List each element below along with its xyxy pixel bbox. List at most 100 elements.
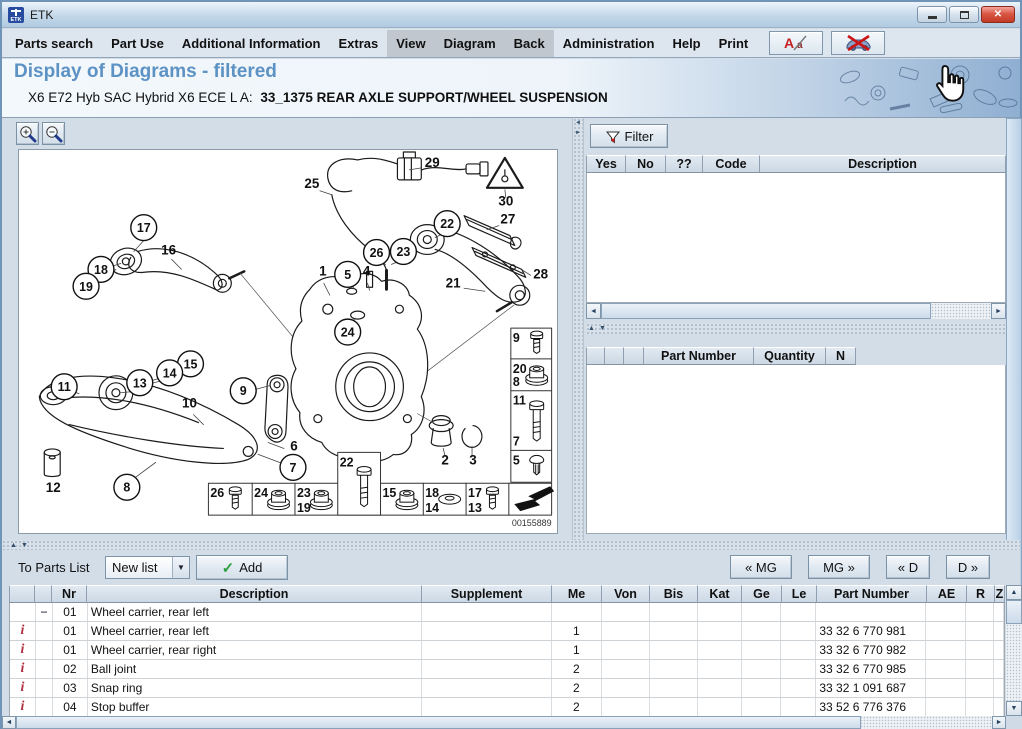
menu-back[interactable]: Back: [505, 30, 554, 57]
label-12[interactable]: 12: [46, 480, 61, 495]
nav-button-mg[interactable]: MG »: [808, 555, 870, 579]
font-size-button[interactable]: A a: [769, 31, 823, 55]
bottom-hscrollbar[interactable]: ◄ ►: [2, 716, 1006, 729]
scroll-up-icon[interactable]: ▲: [1006, 585, 1022, 600]
label-30[interactable]: 30: [498, 194, 513, 209]
callout-23[interactable]: 23: [390, 239, 416, 265]
cell: 04: [53, 698, 88, 716]
callout-11[interactable]: 11: [51, 374, 77, 400]
label-4[interactable]: 4: [363, 263, 371, 278]
label-25[interactable]: 25: [304, 176, 319, 191]
parts-list-select[interactable]: New list ▼: [105, 556, 190, 579]
table-row[interactable]: i02Ball joint233 32 6 770 985: [10, 660, 1004, 679]
info-icon[interactable]: i: [10, 641, 36, 659]
collapse-icon: [36, 622, 53, 640]
close-vehicle-button[interactable]: [831, 31, 885, 55]
scroll-left-icon[interactable]: ◄: [2, 716, 16, 729]
scroll-right-icon[interactable]: ►: [991, 303, 1006, 319]
label-6[interactable]: 6: [290, 438, 297, 453]
add-button[interactable]: ✓ Add: [196, 555, 288, 580]
label-1[interactable]: 1: [319, 263, 327, 278]
right-horizontal-splitter[interactable]: ▲ ▼: [586, 323, 1006, 334]
zoom-out-button[interactable]: [42, 122, 65, 145]
label-3[interactable]: 3: [469, 452, 476, 467]
label-16[interactable]: 16: [161, 242, 176, 257]
parts-col-supplement: Supplement: [422, 585, 552, 603]
menu-view[interactable]: View: [387, 30, 434, 57]
collapse-down-icon[interactable]: ▼: [597, 325, 608, 332]
svg-text:26: 26: [370, 246, 384, 260]
filter-table-body[interactable]: [586, 173, 1006, 303]
menu-administration[interactable]: Administration: [554, 30, 664, 57]
callout-19[interactable]: 19: [73, 273, 99, 299]
collapse-right-icon[interactable]: ►: [573, 128, 583, 138]
info-icon[interactable]: i: [10, 660, 36, 678]
chevron-down-icon[interactable]: ▼: [172, 557, 189, 578]
callout-5[interactable]: 5: [335, 261, 361, 287]
menu-additional-information[interactable]: Additional Information: [173, 30, 330, 57]
parts-col-von: Von: [602, 585, 650, 603]
collapse-down-icon[interactable]: ▼: [19, 542, 30, 549]
svg-text:22: 22: [340, 455, 354, 469]
collapse-icon[interactable]: −: [36, 603, 53, 621]
menu-help[interactable]: Help: [663, 30, 709, 57]
label-21[interactable]: 21: [446, 275, 461, 290]
scroll-down-icon[interactable]: ▼: [1006, 701, 1022, 716]
info-icon[interactable]: i: [10, 698, 36, 716]
minimize-button[interactable]: [917, 6, 947, 23]
callout-8[interactable]: 8: [114, 474, 140, 500]
collapse-up-icon[interactable]: ▲: [8, 542, 19, 549]
diagram-canvas[interactable]: 1718192623225241514131198729253027161421…: [18, 149, 558, 534]
callout-22[interactable]: 22: [434, 211, 460, 237]
vscroll-thumb[interactable]: [1006, 600, 1022, 624]
callout-17[interactable]: 17: [131, 215, 157, 241]
menu-diagram[interactable]: Diagram: [435, 30, 505, 57]
filter-button[interactable]: Filter: [590, 124, 668, 148]
table-row[interactable]: −01Wheel carrier, rear left: [10, 603, 1004, 622]
info-icon[interactable]: i: [10, 679, 36, 697]
table-row[interactable]: i01Wheel carrier, rear left133 32 6 770 …: [10, 622, 1004, 641]
menu-extras[interactable]: Extras: [329, 30, 387, 57]
callout-26[interactable]: 26: [364, 240, 390, 266]
menu-part-use[interactable]: Part Use: [102, 30, 173, 57]
label-28[interactable]: 28: [533, 266, 548, 281]
label-10[interactable]: 10: [182, 396, 197, 411]
collapse-left-icon[interactable]: ◄: [573, 118, 583, 128]
cell: [422, 660, 552, 678]
label-27[interactable]: 27: [500, 212, 515, 227]
cell: [422, 641, 552, 659]
close-button[interactable]: ✕: [981, 6, 1015, 23]
table-row[interactable]: i03Snap ring233 32 1 091 687: [10, 679, 1004, 698]
hscroll-thumb[interactable]: [601, 303, 931, 319]
cell: 03: [53, 679, 88, 697]
nav-button-d[interactable]: « D: [886, 555, 930, 579]
callout-13[interactable]: 13: [127, 370, 153, 396]
scroll-left-icon[interactable]: ◄: [586, 303, 601, 319]
table-row[interactable]: i04Stop buffer233 52 6 776 376: [10, 698, 1004, 716]
hscroll-thumb[interactable]: [16, 716, 861, 729]
vertical-splitter[interactable]: ◄ ►: [572, 118, 584, 540]
filter-col-description: Description: [760, 155, 1006, 173]
maximize-button[interactable]: [949, 6, 979, 23]
selection-table-body[interactable]: [586, 365, 1006, 534]
nav-button-d[interactable]: D »: [946, 555, 990, 579]
nav-button-mg[interactable]: « MG: [730, 555, 792, 579]
maximize-icon: [960, 11, 969, 19]
bottom-horizontal-splitter[interactable]: ▲ ▼: [2, 540, 1020, 550]
zoom-in-button[interactable]: [16, 122, 39, 145]
collapse-up-icon[interactable]: ▲: [586, 325, 597, 332]
callout-9[interactable]: 9: [230, 378, 256, 404]
menu-print[interactable]: Print: [710, 30, 758, 57]
filter-table-hscrollbar[interactable]: ◄ ►: [586, 303, 1006, 319]
parts-table-vscrollbar[interactable]: ▲ ▼: [1006, 585, 1022, 716]
info-icon[interactable]: i: [10, 622, 36, 640]
table-row[interactable]: i01Wheel carrier, rear right133 32 6 770…: [10, 641, 1004, 660]
menu-parts-search[interactable]: Parts search: [6, 30, 102, 57]
scroll-right-icon[interactable]: ►: [992, 716, 1006, 729]
svg-text:19: 19: [79, 280, 93, 294]
callout-14[interactable]: 14: [157, 360, 183, 386]
callout-7[interactable]: 7: [280, 454, 306, 480]
callout-24[interactable]: 24: [335, 319, 361, 345]
label-2[interactable]: 2: [441, 452, 448, 467]
label-29[interactable]: 29: [425, 155, 440, 170]
